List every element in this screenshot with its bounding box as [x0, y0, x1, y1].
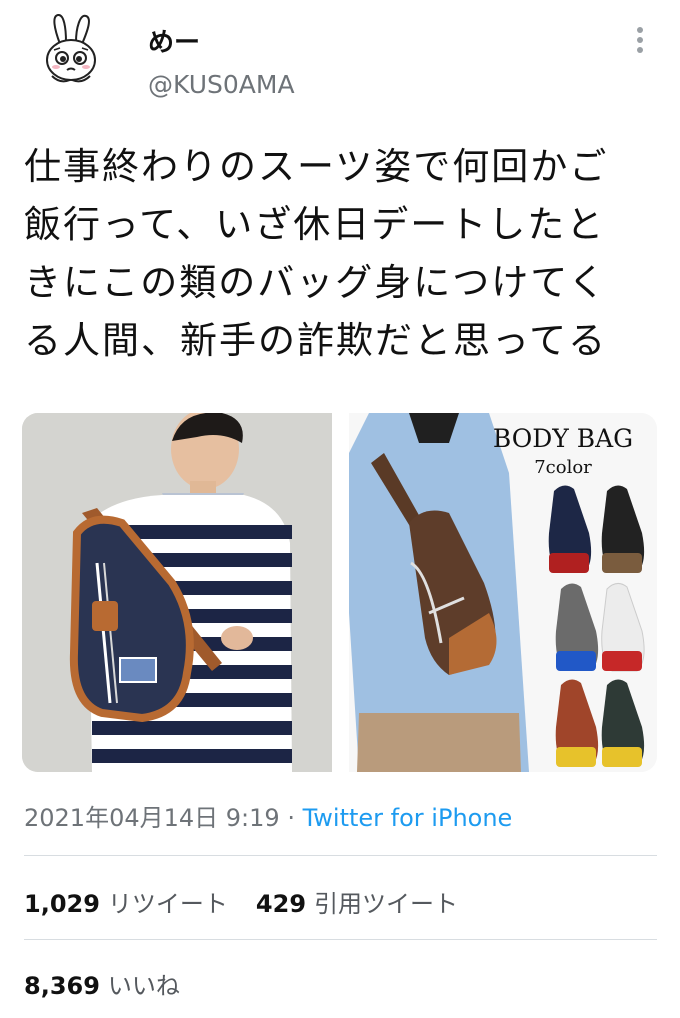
quotes-label: 引用ツイート	[314, 890, 459, 918]
tweet-text: 仕事終わりのスーツ姿で何回かご 飯行って、いざ休日デートしたと きにこの類のバッ…	[24, 138, 664, 370]
quotes-count: 429	[255, 890, 307, 918]
tweet-text-line: 飯行って、いざ休日デートしたと	[24, 203, 606, 246]
timestamp-text[interactable]: 2021年04月14日 9:19	[24, 804, 280, 832]
likes-stats-row: 8,369 いいね	[24, 966, 180, 1001]
ad-subtitle: 7color	[534, 457, 592, 478]
sling-bag-photo-icon	[22, 413, 332, 772]
display-name[interactable]: めー	[148, 22, 200, 59]
tweet-text-line: る人間、新手の詐欺だと思ってる	[24, 319, 608, 362]
tweet-source-link[interactable]: Twitter for iPhone	[303, 804, 513, 832]
likes-count: 8,369	[24, 972, 100, 1000]
likes-label: いいね	[107, 972, 180, 1000]
tweet-text-line: きにこの類のバッグ身につけてく	[24, 261, 608, 304]
body-bag-ad-photo-icon: BODY BAG 7color	[349, 413, 657, 772]
divider	[24, 855, 657, 856]
retweets-label: リツイート	[107, 890, 228, 918]
user-handle[interactable]: @KUS0AMA	[148, 70, 295, 99]
tweet-media: BODY BAG 7color	[22, 413, 657, 772]
retweets-stat[interactable]: 1,029 リツイート	[24, 890, 228, 918]
media-photo-right[interactable]: BODY BAG 7color	[349, 413, 657, 772]
media-photo-left[interactable]	[22, 413, 332, 772]
retweet-stats-row: 1,029 リツイート 429 引用ツイート	[24, 884, 458, 919]
timestamp-separator: ·	[287, 804, 295, 832]
bunny-avatar-icon	[30, 10, 112, 92]
ad-title: BODY BAG	[493, 424, 633, 453]
tweet-text-line: 仕事終わりのスーツ姿で何回かご	[24, 145, 609, 188]
more-options-icon[interactable]	[628, 22, 652, 58]
retweets-count: 1,029	[24, 890, 100, 918]
quotes-stat[interactable]: 429 引用ツイート	[256, 890, 458, 918]
likes-stat[interactable]: 8,369 いいね	[24, 972, 180, 1000]
divider	[24, 939, 657, 940]
tweet-timestamp: 2021年04月14日 9:19 · Twitter for iPhone	[24, 798, 512, 833]
avatar[interactable]	[30, 10, 112, 92]
